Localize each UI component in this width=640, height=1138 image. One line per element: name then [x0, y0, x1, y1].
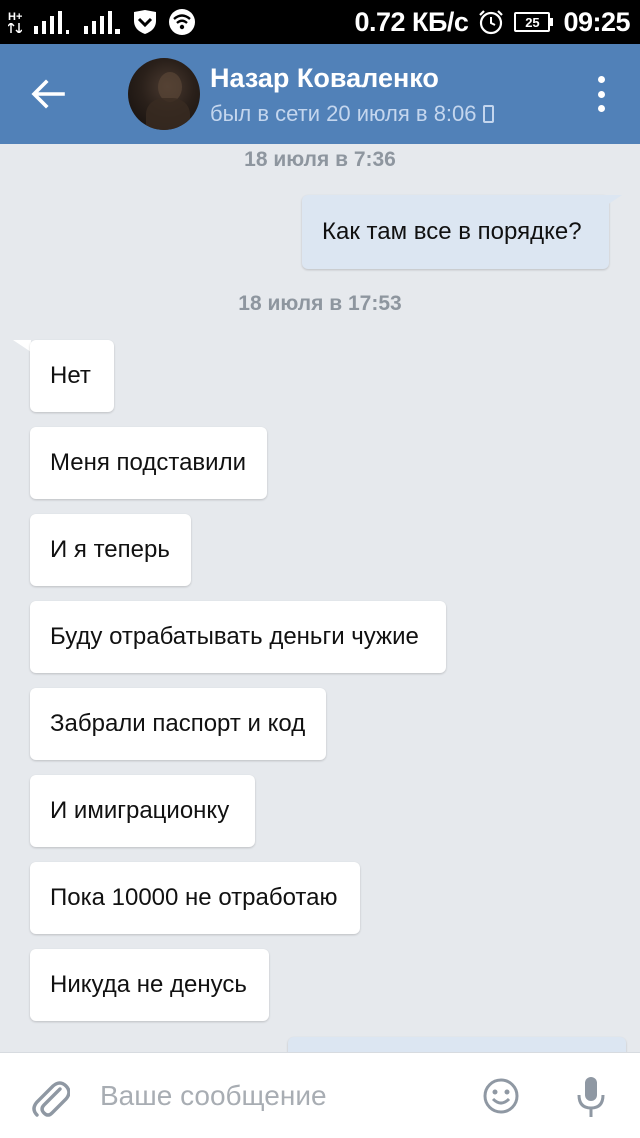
data-speed: 0.72 КБ/с	[354, 6, 469, 37]
message-text: Забрали паспорт и код	[50, 710, 306, 737]
message-text: Никуда не денусь	[50, 971, 247, 998]
signal-sim1-icon	[34, 11, 70, 34]
avatar[interactable]	[128, 58, 200, 130]
attach-button[interactable]	[30, 1075, 71, 1119]
date-separator: 18 июля в 17:53	[238, 292, 402, 315]
signal-sim2-icon	[84, 11, 121, 34]
message-text: И я теперь	[50, 536, 170, 563]
outgoing-message[interactable]: Как там все в порядке?	[302, 195, 609, 269]
more-dots-icon	[597, 76, 605, 83]
incoming-message[interactable]: И я теперь	[30, 514, 191, 586]
vpn-shield-icon	[134, 10, 157, 34]
clock-time: 09:25	[563, 6, 630, 37]
bubble-tail	[13, 340, 31, 352]
incoming-message[interactable]: Забрали паспорт и код	[30, 688, 326, 760]
date-separator: 18 июля в 7:36	[244, 148, 396, 171]
more-options-button[interactable]	[586, 76, 616, 112]
paperclip-icon	[32, 1081, 71, 1117]
message-text: Нет	[50, 362, 91, 389]
arrow-left-icon	[31, 79, 65, 109]
contact-name[interactable]: Назар Коваленко	[210, 63, 439, 94]
message-composer	[0, 1052, 640, 1138]
outgoing-message-partial[interactable]	[288, 1037, 626, 1052]
data-arrows-icon	[8, 22, 23, 33]
message-input[interactable]	[100, 1071, 460, 1121]
contact-status: был в сети 20 июля в 8:06	[210, 101, 494, 127]
bubble-tail	[604, 195, 622, 207]
incoming-message[interactable]: Пока 10000 не отработаю	[30, 862, 360, 934]
last-seen-text: был в сети 20 июля в 8:06	[210, 101, 477, 126]
mobile-data-indicator: H+	[8, 10, 23, 33]
status-bar-right: 0.72 КБ/с 25 09:25	[354, 0, 630, 44]
battery-level: 25	[525, 14, 540, 30]
incoming-message[interactable]: Нет	[30, 340, 114, 412]
battery-icon: 25	[514, 12, 554, 32]
incoming-message[interactable]: Буду отрабатывать деньги чужие	[30, 601, 446, 673]
emoji-button[interactable]	[482, 1077, 520, 1115]
back-button[interactable]	[28, 74, 68, 114]
microphone-icon	[577, 1077, 605, 1117]
incoming-message[interactable]: И имиграционку	[30, 775, 255, 847]
status-bar-left: H+	[8, 6, 196, 38]
incoming-message[interactable]: Меня подставили	[30, 427, 267, 499]
status-bar: H+ 0.72 КБ/с 25 09:25	[0, 0, 640, 44]
chat-header: Назар Коваленко был в сети 20 июля в 8:0…	[0, 44, 640, 144]
mobile-device-icon	[482, 105, 494, 123]
message-text: Пока 10000 не отработаю	[50, 884, 338, 911]
message-text: И имиграционку	[50, 797, 230, 824]
message-list[interactable]: 18 июля в 7:36 Как там все в порядке? 18…	[0, 144, 640, 1052]
message-text: Меня подставили	[50, 449, 246, 476]
alarm-clock-icon	[479, 10, 504, 35]
message-text: Как там все в порядке?	[322, 218, 582, 245]
message-text: Буду отрабатывать деньги чужие	[50, 623, 419, 650]
wifi-icon	[169, 9, 196, 35]
voice-record-button[interactable]	[576, 1075, 606, 1119]
network-type-label: H+	[8, 10, 23, 23]
incoming-message[interactable]: Никуда не денусь	[30, 949, 269, 1021]
smiley-icon	[483, 1078, 519, 1114]
